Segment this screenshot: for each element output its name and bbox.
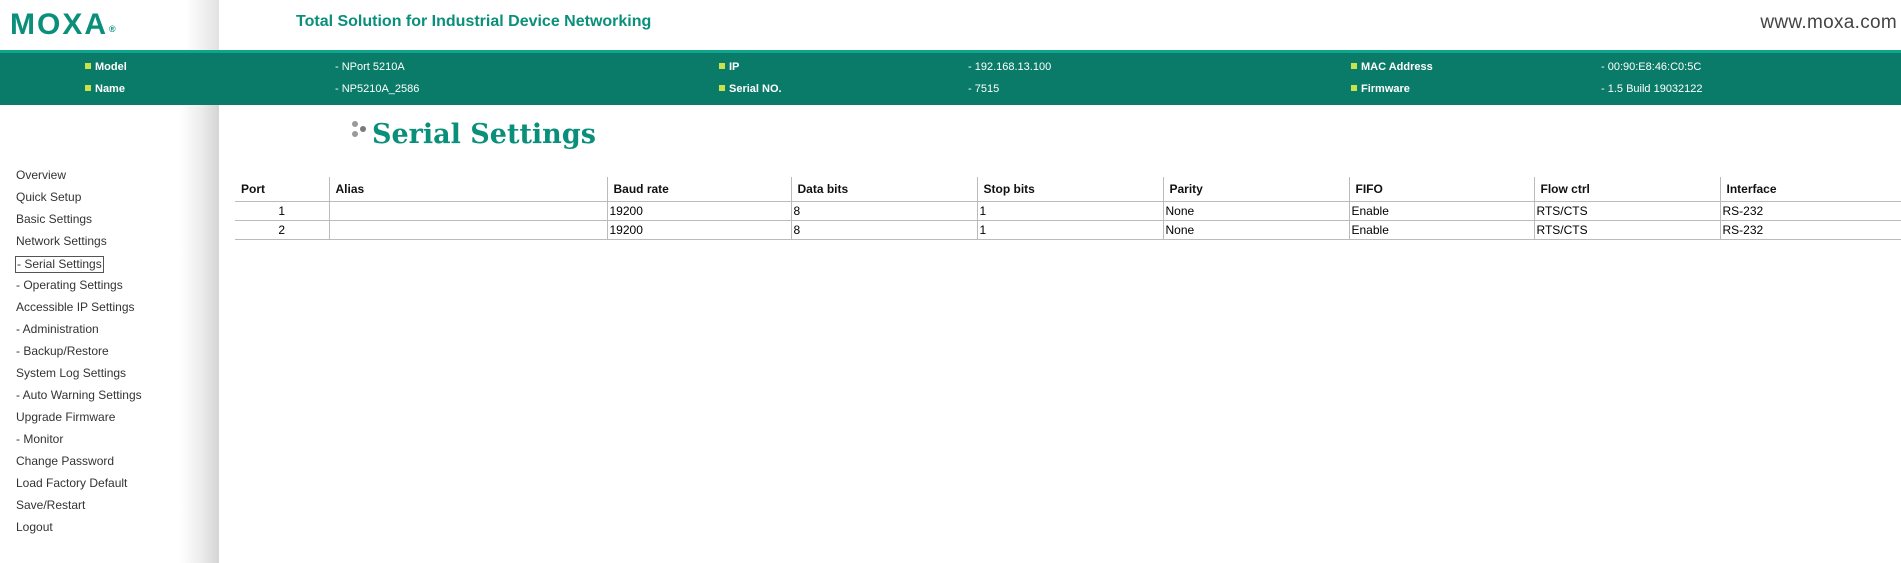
column-header-baud-rate: Baud rate <box>606 177 791 202</box>
ip-value: - 192.168.13.100 <box>968 61 1052 73</box>
column-header-stop-bits: Stop bits <box>976 177 1163 202</box>
column-header-interface: Interface <box>1719 177 1901 202</box>
page-title: Serial Settings <box>352 119 596 150</box>
model-value: - NPort 5210A <box>335 61 405 73</box>
name-value: - NP5210A_2586 <box>335 83 420 95</box>
cell-interface: RS-232 <box>1719 201 1901 221</box>
nav-operating-settings[interactable]: - Operating Settings <box>15 278 124 293</box>
cell-data-bits: 8 <box>790 220 977 240</box>
nav-backup-restore[interactable]: - Backup/Restore <box>15 344 110 359</box>
column-header-fifo: FIFO <box>1348 177 1534 202</box>
nav-serial-settings[interactable]: - Serial Settings <box>15 256 104 273</box>
main-content: Serial Settings Port Alias Baud rate Dat… <box>219 105 1901 563</box>
top-header: MOXA® Total Solution for Industrial Devi… <box>0 0 1901 50</box>
ip-label: IP <box>719 61 739 73</box>
nav-system-log-settings[interactable]: System Log Settings <box>15 366 127 381</box>
logo-text: MOXA <box>10 8 108 41</box>
nav-load-factory-default[interactable]: Load Factory Default <box>15 476 128 491</box>
site-url-link[interactable]: www.moxa.com <box>1760 12 1897 34</box>
cell-alias <box>328 201 607 221</box>
nav-overview[interactable]: Overview <box>15 168 67 183</box>
cell-fifo: Enable <box>1348 201 1534 221</box>
column-header-alias: Alias <box>328 177 607 202</box>
column-header-flow-ctrl: Flow ctrl <box>1533 177 1720 202</box>
firmware-label: Firmware <box>1351 83 1410 95</box>
nav-save-restart[interactable]: Save/Restart <box>15 498 86 513</box>
mac-address-label: MAC Address <box>1351 61 1433 73</box>
cell-parity: None <box>1162 201 1349 221</box>
serial-settings-table: Port Alias Baud rate Data bits Stop bits… <box>235 177 1901 240</box>
cell-data-bits: 8 <box>790 201 977 221</box>
nav-monitor[interactable]: - Monitor <box>15 432 64 447</box>
serial-no-label: Serial NO. <box>719 83 782 95</box>
table-row[interactable]: 1 19200 8 1 None Enable RTS/CTS RS-232 <box>235 201 1901 221</box>
column-header-data-bits: Data bits <box>790 177 977 202</box>
tagline: Total Solution for Industrial Device Net… <box>296 13 652 30</box>
nav-quick-setup[interactable]: Quick Setup <box>15 190 82 205</box>
cell-interface: RS-232 <box>1719 220 1901 240</box>
cell-flow-ctrl: RTS/CTS <box>1533 201 1720 221</box>
table-header-row: Port Alias Baud rate Data bits Stop bits… <box>235 177 1901 202</box>
nav-network-settings[interactable]: Network Settings <box>15 234 108 249</box>
nav-accessible-ip-settings[interactable]: Accessible IP Settings <box>15 300 136 315</box>
cell-baud-rate: 19200 <box>606 201 791 221</box>
page-title-text: Serial Settings <box>372 119 596 150</box>
mac-address-value: - 00:90:E8:46:C0:5C <box>1601 61 1702 73</box>
nav-auto-warning-settings[interactable]: - Auto Warning Settings <box>15 388 143 403</box>
nav-administration[interactable]: - Administration <box>15 322 100 337</box>
moxa-logo[interactable]: MOXA® <box>10 8 116 42</box>
cell-flow-ctrl: RTS/CTS <box>1533 220 1720 240</box>
cell-stop-bits: 1 <box>976 201 1163 221</box>
cell-parity: None <box>1162 220 1349 240</box>
nav-change-password[interactable]: Change Password <box>15 454 115 469</box>
cell-port[interactable]: 1 <box>235 201 329 221</box>
nav-logout[interactable]: Logout <box>15 520 54 535</box>
column-header-parity: Parity <box>1162 177 1349 202</box>
logo-area: MOXA® <box>0 0 219 50</box>
dots-icon <box>352 119 370 141</box>
firmware-value: - 1.5 Build 19032122 <box>1601 83 1703 95</box>
model-label: Model <box>85 61 127 73</box>
cell-fifo: Enable <box>1348 220 1534 240</box>
serial-no-value: - 7515 <box>968 83 1000 95</box>
table-row[interactable]: 2 19200 8 1 None Enable RTS/CTS RS-232 <box>235 220 1901 240</box>
cell-port[interactable]: 2 <box>235 220 329 240</box>
nav-upgrade-firmware[interactable]: Upgrade Firmware <box>15 410 116 425</box>
device-info-bar: Model - NPort 5210A Name - NP5210A_2586 … <box>0 50 1901 105</box>
cell-stop-bits: 1 <box>976 220 1163 240</box>
nav-basic-settings[interactable]: Basic Settings <box>15 212 93 227</box>
name-label: Name <box>85 83 125 95</box>
registered-mark: ® <box>109 24 116 34</box>
cell-baud-rate: 19200 <box>606 220 791 240</box>
cell-alias <box>328 220 607 240</box>
sidebar-nav: Overview Quick Setup Basic Settings Netw… <box>0 105 219 563</box>
column-header-port: Port <box>235 177 329 202</box>
